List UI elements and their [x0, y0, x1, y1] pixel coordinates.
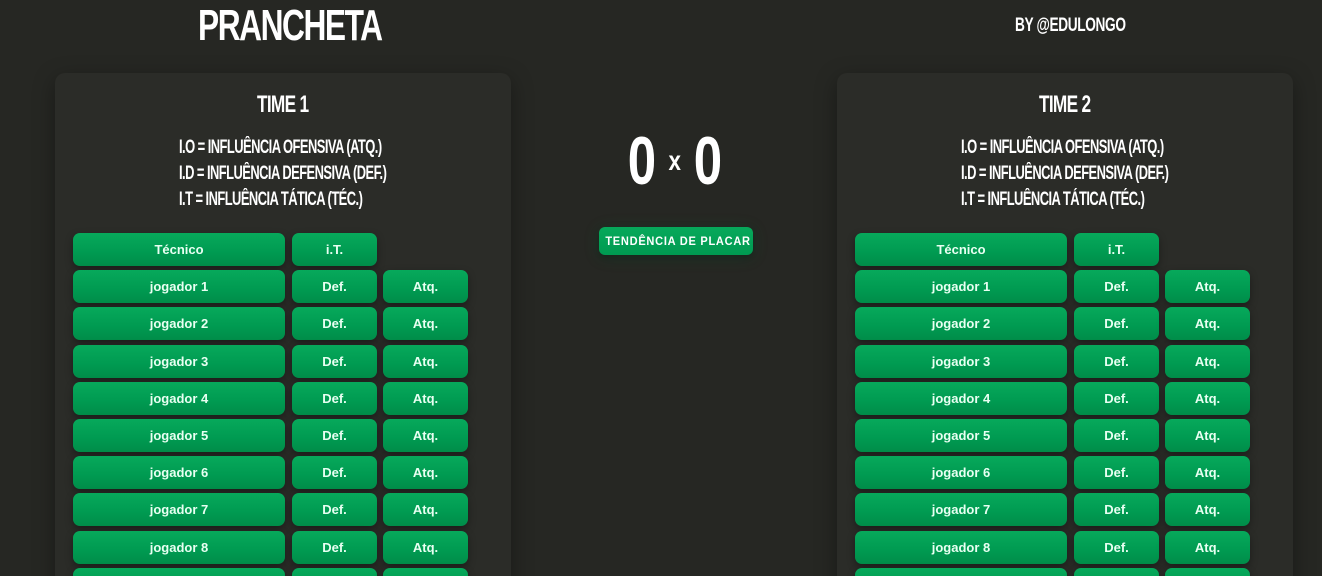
team-2-name-text: TIME 2 — [1039, 91, 1091, 118]
team-1-panel: TIME 1 I.O = INFLUÊNCIA OFENSIVA (ATQ.) … — [55, 73, 511, 576]
player-8-atq-button[interactable]: Atq. — [1165, 531, 1250, 564]
legend-offensive: I.O = INFLUÊNCIA OFENSIVA (ATQ.) — [179, 137, 382, 158]
scoreboard: 0x0 — [600, 118, 750, 204]
player-1-def-button[interactable]: Def. — [1074, 270, 1159, 303]
app-title: PRANCHETA — [198, 1, 383, 50]
coach-it-button[interactable]: i.T. — [1074, 233, 1159, 266]
player-2-atq-button[interactable]: Atq. — [383, 307, 468, 340]
score-trend-button[interactable]: TENDÊNCIA DE PLACAR — [599, 227, 753, 255]
player-3-def-button[interactable]: Def. — [1074, 345, 1159, 378]
player-4-atq-button[interactable]: Atq. — [1165, 382, 1250, 415]
player-5-button[interactable]: jogador 5 — [855, 419, 1067, 452]
team-2-name: TIME 2 — [837, 91, 1293, 119]
player-8-button[interactable]: jogador 8 — [855, 531, 1067, 564]
page: PRANCHETA BY @EDULONGO TIME 1 I.O = INFL… — [0, 0, 1322, 576]
player-7-def-button[interactable]: Def. — [1074, 493, 1159, 526]
player-9-def-button[interactable] — [292, 568, 377, 576]
team-2-legend: I.O = INFLUÊNCIA OFENSIVA (ATQ.) I.D = I… — [961, 135, 1281, 213]
player-3-button[interactable]: jogador 3 — [855, 345, 1067, 378]
team-2-panel: TIME 2 I.O = INFLUÊNCIA OFENSIVA (ATQ.) … — [837, 73, 1293, 576]
score-trend-button-label: TENDÊNCIA DE PLACAR — [605, 234, 751, 248]
player-7-button[interactable]: jogador 7 — [73, 493, 285, 526]
player-3-button[interactable]: jogador 3 — [73, 345, 285, 378]
team-1-name: TIME 1 — [55, 91, 511, 119]
player-2-button[interactable]: jogador 2 — [73, 307, 285, 340]
player-1-def-button[interactable]: Def. — [292, 270, 377, 303]
player-9-button[interactable] — [73, 568, 285, 576]
player-5-atq-button[interactable]: Atq. — [383, 419, 468, 452]
player-1-button[interactable]: jogador 1 — [73, 270, 285, 303]
player-8-def-button[interactable]: Def. — [292, 531, 377, 564]
player-5-def-button[interactable]: Def. — [292, 419, 377, 452]
player-4-def-button[interactable]: Def. — [1074, 382, 1159, 415]
player-6-atq-button[interactable]: Atq. — [383, 456, 468, 489]
author-byline: BY @EDULONGO — [1015, 15, 1126, 36]
player-4-button[interactable]: jogador 4 — [855, 382, 1067, 415]
score-separator: x — [668, 145, 682, 176]
legend-tactical: I.T = INFLUÊNCIA TÁTICA (TÉC.) — [961, 189, 1145, 210]
player-5-atq-button[interactable]: Atq. — [1165, 419, 1250, 452]
player-4-atq-button[interactable]: Atq. — [383, 382, 468, 415]
player-8-atq-button[interactable]: Atq. — [383, 531, 468, 564]
team-1-name-text: TIME 1 — [257, 91, 309, 118]
player-1-button[interactable]: jogador 1 — [855, 270, 1067, 303]
player-2-def-button[interactable]: Def. — [292, 307, 377, 340]
player-2-button[interactable]: jogador 2 — [855, 307, 1067, 340]
player-9-button[interactable] — [855, 568, 1067, 576]
player-8-button[interactable]: jogador 8 — [73, 531, 285, 564]
player-9-atq-button[interactable] — [1165, 568, 1250, 576]
player-1-atq-button[interactable]: Atq. — [1165, 270, 1250, 303]
player-5-button[interactable]: jogador 5 — [73, 419, 285, 452]
player-4-def-button[interactable]: Def. — [292, 382, 377, 415]
player-6-button[interactable]: jogador 6 — [855, 456, 1067, 489]
player-6-atq-button[interactable]: Atq. — [1165, 456, 1250, 489]
player-4-button[interactable]: jogador 4 — [73, 382, 285, 415]
away-score: 0 — [693, 123, 722, 199]
player-1-atq-button[interactable]: Atq. — [383, 270, 468, 303]
player-3-atq-button[interactable]: Atq. — [383, 345, 468, 378]
player-5-def-button[interactable]: Def. — [1074, 419, 1159, 452]
player-9-atq-button[interactable] — [383, 568, 468, 576]
team-1-legend: I.O = INFLUÊNCIA OFENSIVA (ATQ.) I.D = I… — [179, 135, 499, 213]
player-6-def-button[interactable]: Def. — [1074, 456, 1159, 489]
player-7-atq-button[interactable]: Atq. — [383, 493, 468, 526]
player-7-def-button[interactable]: Def. — [292, 493, 377, 526]
player-7-button[interactable]: jogador 7 — [855, 493, 1067, 526]
coach-button[interactable]: Técnico — [73, 233, 285, 266]
player-7-atq-button[interactable]: Atq. — [1165, 493, 1250, 526]
player-3-atq-button[interactable]: Atq. — [1165, 345, 1250, 378]
legend-defensive: I.D = INFLUÊNCIA DEFENSIVA (DEF.) — [961, 163, 1169, 184]
legend-defensive: I.D = INFLUÊNCIA DEFENSIVA (DEF.) — [179, 163, 387, 184]
player-6-def-button[interactable]: Def. — [292, 456, 377, 489]
home-score: 0 — [628, 123, 657, 199]
player-2-def-button[interactable]: Def. — [1074, 307, 1159, 340]
player-3-def-button[interactable]: Def. — [292, 345, 377, 378]
player-8-def-button[interactable]: Def. — [1074, 531, 1159, 564]
player-6-button[interactable]: jogador 6 — [73, 456, 285, 489]
legend-tactical: I.T = INFLUÊNCIA TÁTICA (TÉC.) — [179, 189, 363, 210]
legend-offensive: I.O = INFLUÊNCIA OFENSIVA (ATQ.) — [961, 137, 1164, 158]
player-9-def-button[interactable] — [1074, 568, 1159, 576]
coach-button[interactable]: Técnico — [855, 233, 1067, 266]
coach-it-button[interactable]: i.T. — [292, 233, 377, 266]
player-2-atq-button[interactable]: Atq. — [1165, 307, 1250, 340]
